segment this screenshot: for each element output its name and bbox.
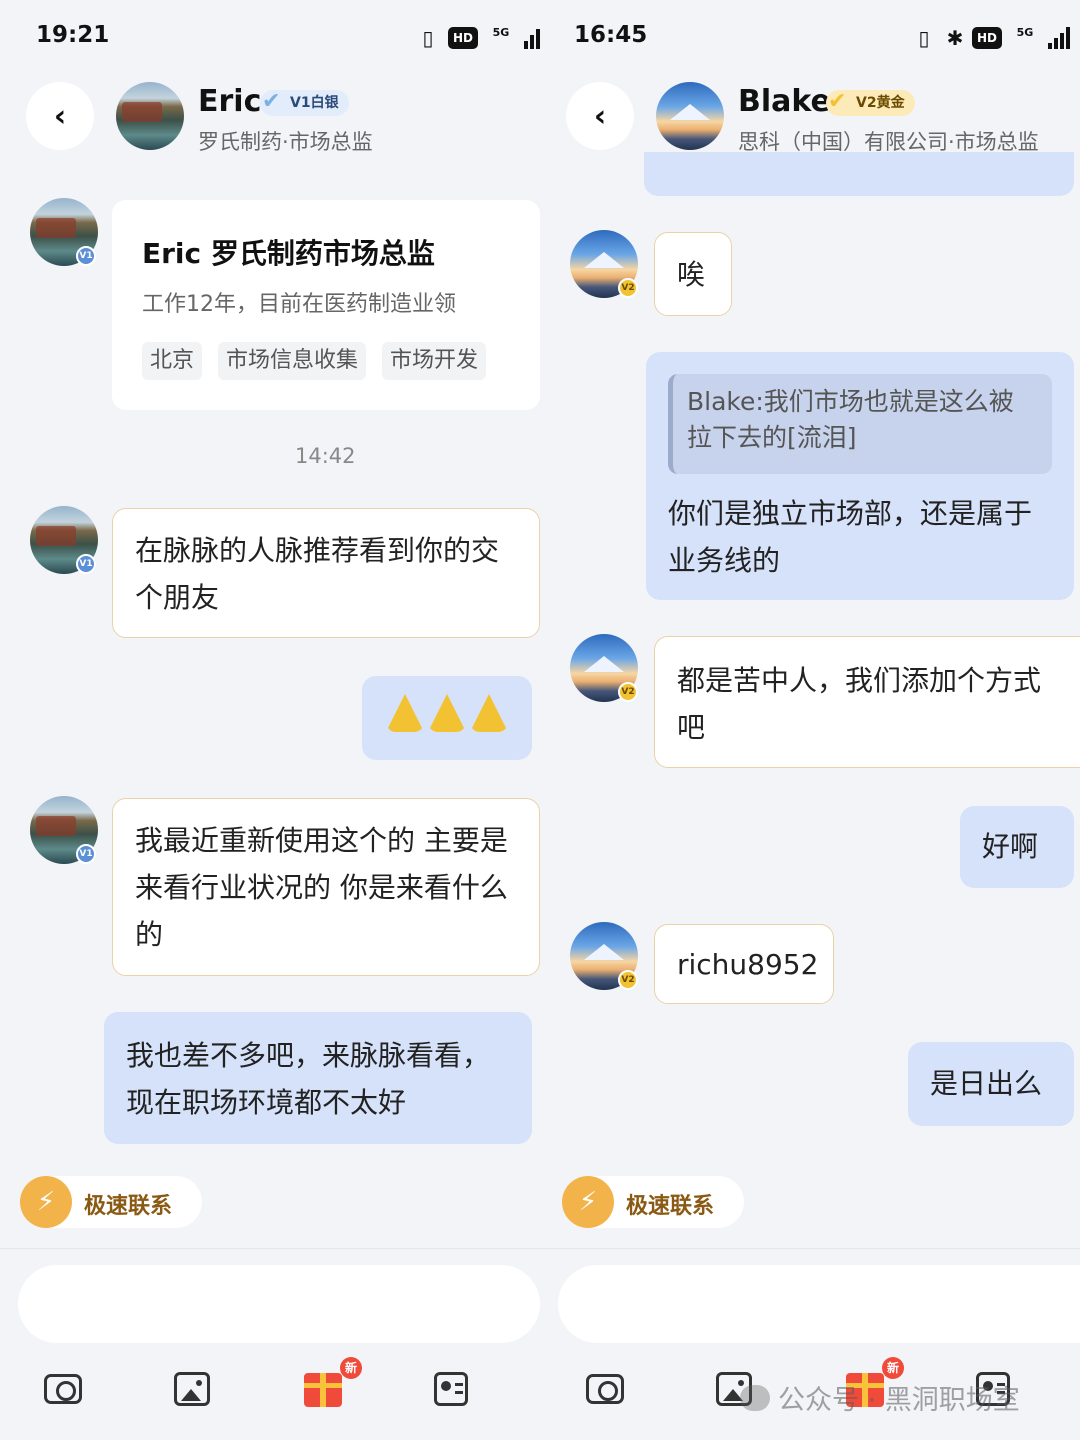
level-badge: V2 (618, 278, 638, 298)
lightning-icon: ⚡ (562, 1176, 614, 1228)
network-type-label: 5G (492, 26, 510, 39)
hd-icon: HD (972, 27, 1002, 49)
outgoing-message[interactable]: Blake:我们市场也就是这么被拉下去的[流泪] 你们是独立市场部，还是属于业务… (646, 352, 1074, 600)
new-badge: 新 (882, 1357, 904, 1379)
outgoing-message[interactable] (362, 676, 532, 760)
outgoing-message[interactable]: 好啊 (960, 806, 1074, 888)
message-input[interactable] (558, 1265, 1080, 1343)
level-badge: V1 (76, 246, 96, 266)
incoming-message[interactable]: 在脉脉的人脉推荐看到你的交个朋友 (112, 508, 540, 638)
lightning-icon: ⚡ (20, 1176, 72, 1228)
image-icon[interactable] (174, 1372, 210, 1406)
outgoing-message[interactable]: 我也差不多吧，来脉脉看看，现在职场环境都不太好 (104, 1012, 532, 1144)
message-text: richu8952 (677, 948, 819, 981)
message-text: 好啊 (982, 830, 1039, 863)
vibrate-icon: ▯ (422, 26, 434, 50)
status-icons: ▯ HD 5G (414, 24, 540, 52)
member-badge-label: V2黄金 (856, 95, 905, 111)
profile-card-title: Eric 罗氏制药市场总监 (142, 237, 435, 270)
level-badge: V1 (76, 844, 96, 864)
camera-icon[interactable] (586, 1374, 624, 1404)
status-icons: ▯ ✱ HD 5G (910, 24, 1070, 52)
profile-tag: 北京 (142, 342, 203, 380)
gift-icon[interactable] (304, 1373, 342, 1407)
quick-contact-label: 极速联系 (84, 1194, 173, 1219)
profile-card-desc: 工作12年，目前在医药制造业领 (142, 292, 456, 317)
chat-header: ‹ Eric ✔ V1白银 罗氏制药·市场总监 (0, 76, 540, 158)
shield-icon: ✔ (828, 89, 847, 114)
bluetooth-icon: ✱ (946, 26, 964, 50)
contact-avatar[interactable] (656, 82, 724, 150)
chat-header: ‹ Blake ✔ V2黄金 思科（中国）有限公司·市场总监 (540, 76, 1080, 158)
incoming-message[interactable]: 都是苦中人，我们添加个方式吧 (654, 636, 1080, 768)
watermark: 公众号 · 黑洞职场室 (740, 1378, 1020, 1417)
member-badge-label: V1白银 (290, 95, 339, 111)
quick-contact-button[interactable]: ⚡ 极速联系 (562, 1176, 744, 1228)
incoming-message[interactable]: 唉 (654, 232, 732, 316)
left-chat-screen: 19:21 ▯ HD 5G ‹ Eric ✔ V1白银 罗氏制药·市场总监 V1 … (0, 0, 540, 1440)
quoted-message[interactable]: Blake:我们市场也就是这么被拉下去的[流泪] (668, 374, 1052, 474)
incoming-message[interactable]: richu8952 (654, 924, 834, 1004)
outgoing-message[interactable]: 是日出么 (908, 1042, 1074, 1126)
signal-icon (524, 27, 540, 49)
message-text: 是日出么 (930, 1067, 1043, 1100)
quick-contact-label: 极速联系 (626, 1194, 715, 1219)
back-button[interactable]: ‹ (26, 82, 94, 150)
member-badge: ✔ V2黄金 (826, 89, 915, 116)
member-badge: ✔ V1白银 (260, 89, 349, 116)
message-text: 你们是独立市场部，还是属于业务线的 (668, 497, 1033, 577)
contact-avatar[interactable] (116, 82, 184, 150)
composer: 新 (0, 1248, 540, 1440)
level-badge: V2 (618, 682, 638, 702)
message-text: 我也差不多吧，来脉脉看看，现在职场环境都不太好 (126, 1039, 491, 1119)
right-chat-screen: 16:45 ▯ ✱ HD 5G ‹ Blake ✔ V2黄金 思科（中国）有限公司… (540, 0, 1080, 1440)
vibrate-icon: ▯ (918, 26, 930, 50)
hd-icon: HD (448, 27, 478, 49)
back-button[interactable]: ‹ (566, 82, 634, 150)
message-input[interactable] (18, 1265, 540, 1343)
back-arrow-icon: ‹ (593, 98, 607, 134)
shield-icon: ✔ (262, 89, 281, 114)
status-time: 19:21 (36, 22, 110, 48)
signal-icon (1048, 27, 1070, 49)
network-type-label: 5G (1016, 26, 1034, 39)
level-badge: V1 (76, 554, 96, 574)
contact-subtitle: 罗氏制药·市场总监 (198, 130, 373, 154)
profile-card[interactable]: Eric 罗氏制药市场总监 工作12年，目前在医药制造业领 北京 市场信息收集 … (112, 200, 540, 410)
message-text: 唉 (677, 258, 706, 291)
contact-name[interactable]: Blake (738, 84, 831, 119)
wechat-logo-icon (740, 1384, 770, 1411)
status-bar: 19:21 ▯ HD 5G (0, 0, 540, 76)
profile-tags: 北京 市场信息收集 市场开发 (142, 342, 487, 380)
profile-tag: 市场开发 (382, 342, 487, 380)
watermark-text: 公众号 · 黑洞职场室 (778, 1385, 1020, 1416)
profile-tag: 市场信息收集 (218, 342, 367, 380)
message-timestamp: 14:42 (295, 444, 356, 468)
message-text: 在脉脉的人脉推荐看到你的交个朋友 (135, 534, 500, 614)
message-text: 都是苦中人，我们添加个方式吧 (677, 664, 1042, 744)
contact-card-icon[interactable] (434, 1372, 468, 1406)
quick-contact-button[interactable]: ⚡ 极速联系 (20, 1176, 202, 1228)
incoming-message[interactable]: 我最近重新使用这个的 主要是来看行业状况的 你是来看什么的 (112, 798, 540, 976)
status-time: 16:45 (574, 22, 648, 48)
outgoing-message-partial[interactable] (644, 152, 1074, 196)
new-badge: 新 (340, 1357, 362, 1379)
back-arrow-icon: ‹ (53, 98, 67, 134)
contact-name[interactable]: Eric (198, 84, 261, 119)
praying-hands-emoji (386, 694, 508, 732)
status-bar: 16:45 ▯ ✱ HD 5G (540, 0, 1080, 76)
message-text: 我最近重新使用这个的 主要是来看行业状况的 你是来看什么的 (135, 824, 508, 951)
level-badge: V2 (618, 970, 638, 990)
camera-icon[interactable] (44, 1374, 82, 1404)
